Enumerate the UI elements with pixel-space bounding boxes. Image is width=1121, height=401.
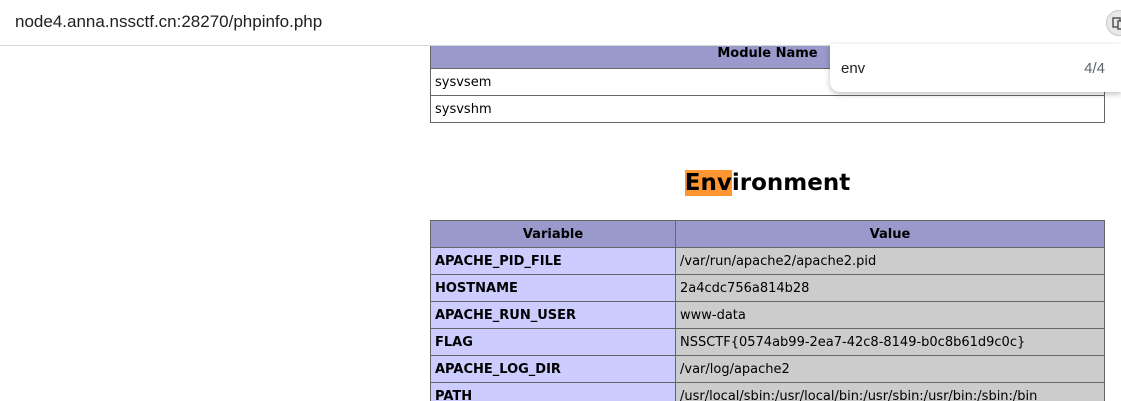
env-variable: HOSTNAME [430,274,676,302]
table-row: FLAG NSSCTF{0574ab99-2ea7-42c8-8149-b0c8… [430,328,1105,356]
env-variable: APACHE_PID_FILE [430,247,676,275]
env-variable: FLAG [430,328,676,356]
env-value: /var/log/apache2 [675,355,1105,383]
env-variable: PATH [430,382,676,401]
page-content: Module Name sysvsem sysvshm Environment … [0,46,1121,401]
env-value: 2a4cdc756a814b28 [675,274,1105,302]
value-header: Value [675,220,1105,248]
env-variable: APACHE_RUN_USER [430,301,676,329]
address-bar[interactable]: node4.anna.nssctf.cn:28270/phpinfo.php [0,0,1121,46]
env-value: /usr/local/sbin:/usr/local/bin:/usr/sbin… [675,382,1105,401]
table-row: HOSTNAME 2a4cdc756a814b28 [430,274,1105,302]
environment-table: Variable Value APACHE_PID_FILE /var/run/… [430,220,1105,401]
variable-header: Variable [430,220,676,248]
heading-rest: ironment [731,170,851,196]
table-row: PATH /usr/local/sbin:/usr/local/bin:/usr… [430,382,1105,401]
table-row: sysvshm [430,95,1105,123]
url-text[interactable]: node4.anna.nssctf.cn:28270/phpinfo.php [15,12,322,32]
table-row: APACHE_LOG_DIR /var/log/apache2 [430,355,1105,383]
table-row: APACHE_RUN_USER www-data [430,301,1105,329]
env-variable: APACHE_LOG_DIR [430,355,676,383]
env-value: www-data [675,301,1105,329]
module-cell: sysvshm [430,95,1105,123]
environment-heading: Environment [430,170,1105,196]
table-row: APACHE_PID_FILE /var/run/apache2/apache2… [430,247,1105,275]
find-match-highlight: Env [684,170,732,196]
env-value: NSSCTF{0574ab99-2ea7-42c8-8149-b0c8b61d9… [675,328,1105,356]
find-match-count: 4/4 [1084,60,1105,77]
find-in-page-bar[interactable]: env 4/4 [830,44,1121,92]
env-value: /var/run/apache2/apache2.pid [675,247,1105,275]
find-input[interactable]: env [841,60,865,77]
extension-icon[interactable] [1106,10,1121,36]
